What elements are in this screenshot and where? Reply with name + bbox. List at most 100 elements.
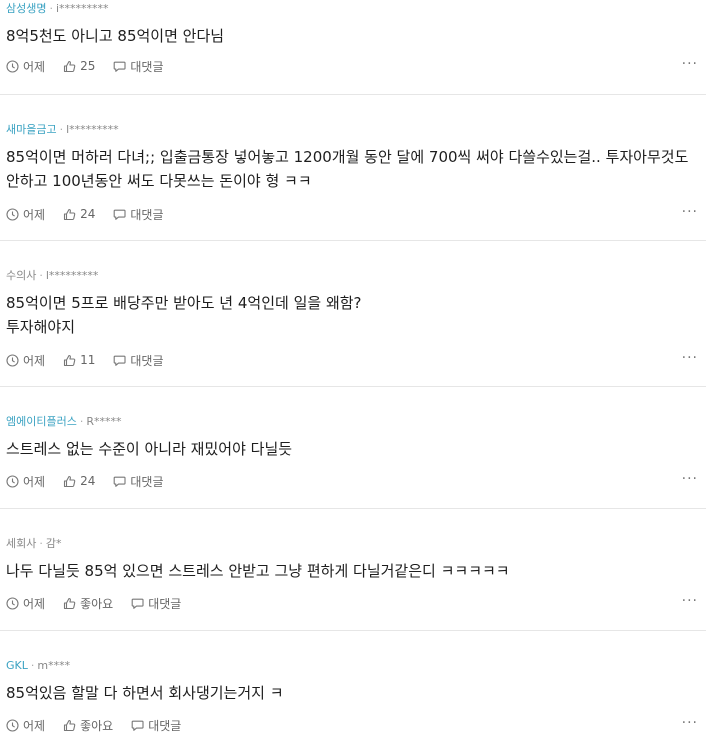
meta-separator: · [30, 659, 35, 672]
meta-separator: · [49, 2, 53, 15]
comment-text-line: 85억이면 5프로 배당주만 받아도 년 4억인데 일을 왜함? [6, 294, 362, 312]
company-name[interactable]: 수의사 [6, 269, 36, 282]
comment-body: 8억5천도 아니고 85억이면 안다님 [6, 24, 706, 48]
username: R***** [86, 415, 122, 428]
timestamp: 어제 [6, 717, 45, 734]
comment-text: 8억5천도 아니고 85억이면 안다님 [6, 27, 225, 45]
company-name[interactable]: 새마을금고 [6, 123, 57, 136]
timestamp: 어제 [6, 206, 45, 223]
reply-label: 대댓글 [130, 353, 164, 368]
time-label: 어제 [23, 718, 46, 733]
comment-meta: GKL · m**** [6, 657, 706, 673]
more-options-icon[interactable]: ··· [682, 57, 698, 71]
clock-icon [6, 718, 19, 732]
time-label: 어제 [23, 596, 46, 611]
like-count: 24 [80, 474, 96, 488]
comment-meta: 새마을금고 · l********* [6, 121, 706, 137]
like-button[interactable]: 24 [63, 207, 95, 221]
comment-meta: 세회사 · 감* [6, 535, 706, 551]
meta-separator: · [59, 123, 64, 136]
like-label: 좋아요 [80, 718, 114, 733]
comment-body: 85억이면 머하러 다녀;; 입출금통장 넣어놓고 1200개월 동안 달에 7… [6, 145, 706, 193]
reply-label: 대댓글 [130, 207, 164, 222]
clock-icon [6, 207, 19, 221]
thumbs-up-icon [64, 719, 76, 731]
comment-actions: 어제 24 대댓글 ··· [6, 205, 706, 223]
company-name[interactable]: 세회사 [6, 537, 36, 550]
company-name[interactable]: GKL [6, 659, 28, 672]
comment-body: 스트레스 없는 수준이 아니라 재밌어야 다닐듯 [6, 437, 706, 461]
comment-text: 85억있음 할말 다 하면서 회사댕기는거지 ㅋ [6, 684, 284, 702]
comment-meta: 엠에이티플러스 · R***** [6, 413, 706, 429]
comment-actions: 어제 좋아요 대댓글 ··· [6, 716, 706, 734]
comment-meta: 삼성생명 · i********* [6, 0, 706, 16]
reply-button[interactable]: 대댓글 [113, 206, 164, 223]
username: i********* [55, 2, 109, 15]
username: m**** [37, 659, 71, 672]
timestamp: 어제 [6, 352, 45, 369]
meta-separator: · [39, 537, 43, 550]
comment-text-line: 투자해야지 [6, 318, 76, 336]
reply-label: 대댓글 [148, 718, 182, 733]
like-button[interactable]: 좋아요 [63, 595, 113, 612]
timestamp: 어제 [6, 58, 45, 75]
like-button[interactable]: 25 [63, 59, 95, 73]
clock-icon [6, 353, 19, 367]
like-button[interactable]: 11 [63, 353, 95, 367]
speech-bubble-icon [131, 720, 144, 731]
comment-text: 85억이면 머하러 다녀;; 입출금통장 넣어놓고 1200개월 동안 달에 7… [6, 148, 689, 190]
comment-item: 삼성생명 · i********* 8억5천도 아니고 85억이면 안다님 어제 2… [0, 0, 706, 95]
speech-bubble-icon [114, 355, 126, 366]
reply-button[interactable]: 대댓글 [113, 352, 164, 369]
reply-label: 대댓글 [130, 59, 164, 74]
comment-body: 85억있음 할말 다 하면서 회사댕기는거지 ㅋ [6, 681, 706, 705]
clock-icon [6, 596, 19, 610]
like-count: 11 [80, 353, 96, 367]
more-options-icon[interactable]: ··· [682, 716, 698, 730]
time-label: 어제 [23, 474, 46, 489]
reply-button[interactable]: 대댓글 [131, 717, 181, 734]
comment-item: 새마을금고 · l********* 85억이면 머하러 다녀;; 입출금통장 넣어… [0, 95, 706, 241]
thumbs-up-icon [64, 597, 76, 609]
comment-item: 세회사 · 감* 나두 다닐듯 85억 있으면 스트레스 안받고 그냥 편하게 다닐… [0, 509, 706, 631]
time-label: 어제 [23, 353, 46, 368]
comment-item: 수의사 · l********* 85억이면 5프로 배당주만 받아도 년 4억인데… [0, 241, 706, 387]
speech-bubble-icon [114, 476, 126, 487]
comment-meta: 수의사 · l********* [6, 267, 706, 283]
thumbs-up-icon [64, 60, 76, 72]
comment-body: 나두 다닐듯 85억 있으면 스트레스 안받고 그냥 편하게 다닐거같은디 ㅋㅋ… [6, 559, 706, 583]
clock-icon [6, 474, 19, 488]
comment-actions: 어제 24 대댓글 ··· [6, 472, 706, 490]
company-name[interactable]: 엠에이티플러스 [6, 415, 77, 428]
more-options-icon[interactable]: ··· [682, 205, 698, 219]
like-button[interactable]: 24 [63, 474, 95, 488]
reply-label: 대댓글 [148, 596, 182, 611]
comment-text: 나두 다닐듯 85억 있으면 스트레스 안받고 그냥 편하게 다닐거같은디 ㅋㅋ… [6, 562, 510, 580]
comment-text: 스트레스 없는 수준이 아니라 재밌어야 다닐듯 [6, 440, 293, 458]
time-label: 어제 [23, 59, 46, 74]
username: l********* [66, 123, 119, 136]
comment-actions: 어제 25 대댓글 ··· [6, 57, 706, 75]
company-name[interactable]: 삼성생명 [6, 2, 46, 15]
thumbs-up-icon [64, 475, 76, 487]
more-options-icon[interactable]: ··· [682, 351, 698, 365]
reply-button[interactable]: 대댓글 [113, 58, 164, 75]
comment-item: GKL · m**** 85억있음 할말 다 하면서 회사댕기는거지 ㅋ 어제 좋아… [0, 631, 706, 734]
timestamp: 어제 [6, 473, 45, 490]
username: l********* [45, 269, 99, 282]
like-button[interactable]: 좋아요 [63, 717, 113, 734]
comment-actions: 어제 좋아요 대댓글 ··· [6, 594, 706, 612]
reply-button[interactable]: 대댓글 [113, 473, 164, 490]
timestamp: 어제 [6, 595, 45, 612]
thumbs-up-icon [64, 354, 76, 366]
more-options-icon[interactable]: ··· [682, 594, 698, 608]
reply-button[interactable]: 대댓글 [131, 595, 181, 612]
more-options-icon[interactable]: ··· [682, 472, 698, 486]
username: 감* [45, 537, 62, 550]
like-label: 좋아요 [80, 596, 114, 611]
clock-icon [6, 59, 19, 73]
comment-item: 엠에이티플러스 · R***** 스트레스 없는 수준이 아니라 재밌어야 다닐듯 … [0, 387, 706, 509]
speech-bubble-icon [131, 598, 144, 609]
comment-body: 85억이면 5프로 배당주만 받아도 년 4억인데 일을 왜함? 투자해야지 [6, 291, 706, 339]
time-label: 어제 [23, 207, 46, 222]
